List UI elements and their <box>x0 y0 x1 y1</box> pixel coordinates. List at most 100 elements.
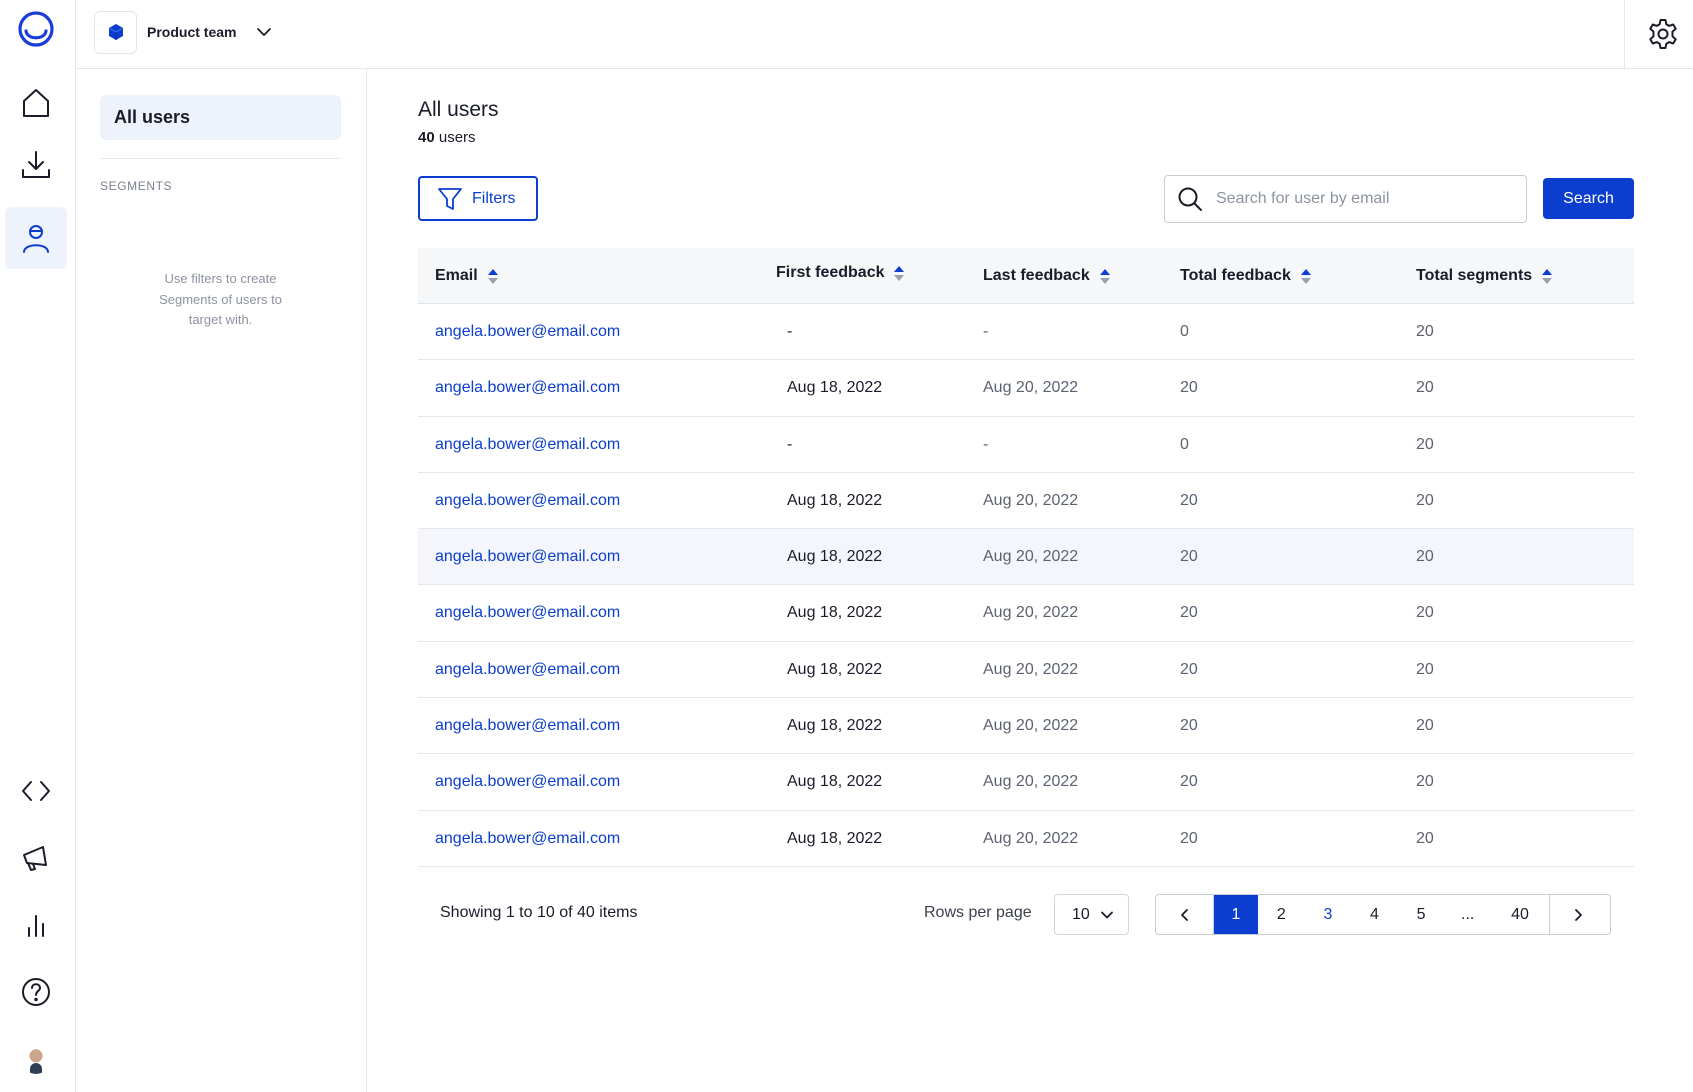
search-box <box>1164 175 1527 223</box>
user-avatar[interactable] <box>22 1046 50 1074</box>
funnel-icon <box>438 187 462 210</box>
nav-analytics-button[interactable] <box>5 894 67 956</box>
first-feedback-cell: Aug 18, 2022 <box>787 491 883 509</box>
first-feedback-cell: Aug 18, 2022 <box>787 717 883 735</box>
next-page-button[interactable] <box>1548 895 1607 934</box>
column-header-total-segments[interactable]: Total segments <box>1416 248 1553 304</box>
total-segments-cell: 20 <box>1416 829 1434 847</box>
column-label: Last feedback <box>983 267 1090 284</box>
table-row[interactable]: angela.bower@email.com Aug 18, 2022 Aug … <box>418 473 1634 530</box>
table-row[interactable]: angela.bower@email.com Aug 18, 2022 Aug … <box>418 360 1634 417</box>
column-header-last-feedback[interactable]: Last feedback <box>983 248 1110 304</box>
table-row[interactable]: angela.bower@email.com Aug 18, 2022 Aug … <box>418 698 1634 755</box>
left-rail <box>0 0 76 1092</box>
team-cube-icon <box>94 10 137 54</box>
app-logo-icon[interactable] <box>17 10 55 48</box>
gear-icon[interactable] <box>1646 17 1680 51</box>
column-header-email[interactable]: Email <box>435 248 498 304</box>
column-header-first-feedback[interactable]: First feedback <box>776 245 905 301</box>
table-row[interactable]: angela.bower@email.com Aug 18, 2022 Aug … <box>418 529 1634 586</box>
code-icon <box>22 781 50 801</box>
table-row[interactable]: angela.bower@email.com - - 0 20 <box>418 304 1634 361</box>
nav-help-button[interactable] <box>5 961 67 1023</box>
users-icon <box>23 225 49 253</box>
email-link[interactable]: angela.bower@email.com <box>435 529 620 585</box>
first-feedback-cell: Aug 18, 2022 <box>787 773 883 791</box>
download-icon <box>22 151 50 178</box>
top-bar: Product team <box>76 0 1693 69</box>
page-button-3[interactable]: 3 <box>1305 895 1352 934</box>
email-link[interactable]: angela.bower@email.com <box>435 304 620 360</box>
email-link[interactable]: angela.bower@email.com <box>435 811 620 867</box>
table-row[interactable]: angela.bower@email.com - - 0 20 <box>418 417 1634 473</box>
sidebar-divider <box>100 158 341 159</box>
users-table: Email First feedback Last feedback Total… <box>418 248 1634 867</box>
team-switcher[interactable]: Product team <box>94 10 272 54</box>
email-link[interactable]: angela.bower@email.com <box>435 585 620 641</box>
search-button[interactable]: Search <box>1543 178 1634 219</box>
table-header: Email First feedback Last feedback Total… <box>418 248 1634 304</box>
search-input[interactable] <box>1216 190 1506 208</box>
first-feedback-cell: Aug 18, 2022 <box>787 604 883 622</box>
last-feedback-cell: - <box>983 435 989 453</box>
page-button-2[interactable]: 2 <box>1258 895 1305 934</box>
total-feedback-cell: 20 <box>1180 829 1198 847</box>
nav-download-button[interactable] <box>5 134 67 196</box>
team-name: Product team <box>147 24 237 40</box>
total-segments-cell: 20 <box>1416 717 1434 735</box>
total-feedback-cell: 0 <box>1180 435 1189 453</box>
table-row[interactable]: angela.bower@email.com Aug 18, 2022 Aug … <box>418 585 1634 642</box>
sort-icon <box>1542 268 1553 284</box>
prev-page-button[interactable] <box>1156 895 1214 934</box>
email-link[interactable]: angela.bower@email.com <box>435 417 620 473</box>
first-feedback-cell: Aug 18, 2022 <box>787 379 883 397</box>
last-feedback-cell: Aug 20, 2022 <box>983 773 1079 791</box>
column-header-total-feedback[interactable]: Total feedback <box>1180 248 1311 304</box>
pagination: 1 2 3 4 5 ... 40 <box>1155 894 1611 935</box>
last-feedback-cell: Aug 20, 2022 <box>983 379 1079 397</box>
email-link[interactable]: angela.bower@email.com <box>435 754 620 810</box>
table-row[interactable]: angela.bower@email.com Aug 18, 2022 Aug … <box>418 754 1634 811</box>
total-feedback-cell: 20 <box>1180 491 1198 509</box>
sort-icon <box>487 268 498 284</box>
page-button-5[interactable]: 5 <box>1398 895 1445 934</box>
total-feedback-cell: 20 <box>1180 773 1198 791</box>
first-feedback-cell: - <box>787 435 793 453</box>
rows-per-page-select[interactable]: 10 <box>1054 894 1129 935</box>
total-feedback-cell: 20 <box>1180 379 1198 397</box>
page-button-40[interactable]: 40 <box>1491 895 1549 934</box>
first-feedback-cell: Aug 18, 2022 <box>787 660 883 678</box>
nav-announcements-button[interactable] <box>5 827 67 889</box>
last-feedback-cell: Aug 20, 2022 <box>983 604 1079 622</box>
all-users-nav-item[interactable]: All users <box>100 95 341 140</box>
first-feedback-cell: Aug 18, 2022 <box>787 548 883 566</box>
nav-users-button[interactable] <box>5 207 67 269</box>
page-button-1[interactable]: 1 <box>1214 895 1258 934</box>
segments-sidebar: All users SEGMENTS Use filters to create… <box>76 69 367 1092</box>
email-link[interactable]: angela.bower@email.com <box>435 360 620 416</box>
last-feedback-cell: Aug 20, 2022 <box>983 717 1079 735</box>
total-feedback-cell: 20 <box>1180 548 1198 566</box>
total-segments-cell: 20 <box>1416 379 1434 397</box>
rows-per-page-label: Rows per page <box>924 904 1032 921</box>
chevron-right-icon <box>1575 908 1583 921</box>
chevron-left-icon <box>1180 908 1188 921</box>
page-button-4[interactable]: 4 <box>1351 895 1398 934</box>
table-row[interactable]: angela.bower@email.com Aug 18, 2022 Aug … <box>418 642 1634 699</box>
filters-button[interactable]: Filters <box>418 176 538 221</box>
first-feedback-cell: Aug 18, 2022 <box>787 829 883 847</box>
email-link[interactable]: angela.bower@email.com <box>435 642 620 698</box>
last-feedback-cell: Aug 20, 2022 <box>983 660 1079 678</box>
nav-home-button[interactable] <box>5 72 67 134</box>
home-icon <box>23 89 49 117</box>
user-count: 40 users <box>418 129 476 146</box>
nav-code-button[interactable] <box>5 760 67 822</box>
total-segments-cell: 20 <box>1416 323 1434 340</box>
total-segments-cell: 20 <box>1416 604 1434 622</box>
email-link[interactable]: angela.bower@email.com <box>435 473 620 529</box>
chevron-down-icon <box>257 28 272 36</box>
email-link[interactable]: angela.bower@email.com <box>435 698 620 754</box>
help-icon <box>22 978 50 1006</box>
table-row[interactable]: angela.bower@email.com Aug 18, 2022 Aug … <box>418 811 1634 867</box>
column-label: First feedback <box>776 264 885 281</box>
